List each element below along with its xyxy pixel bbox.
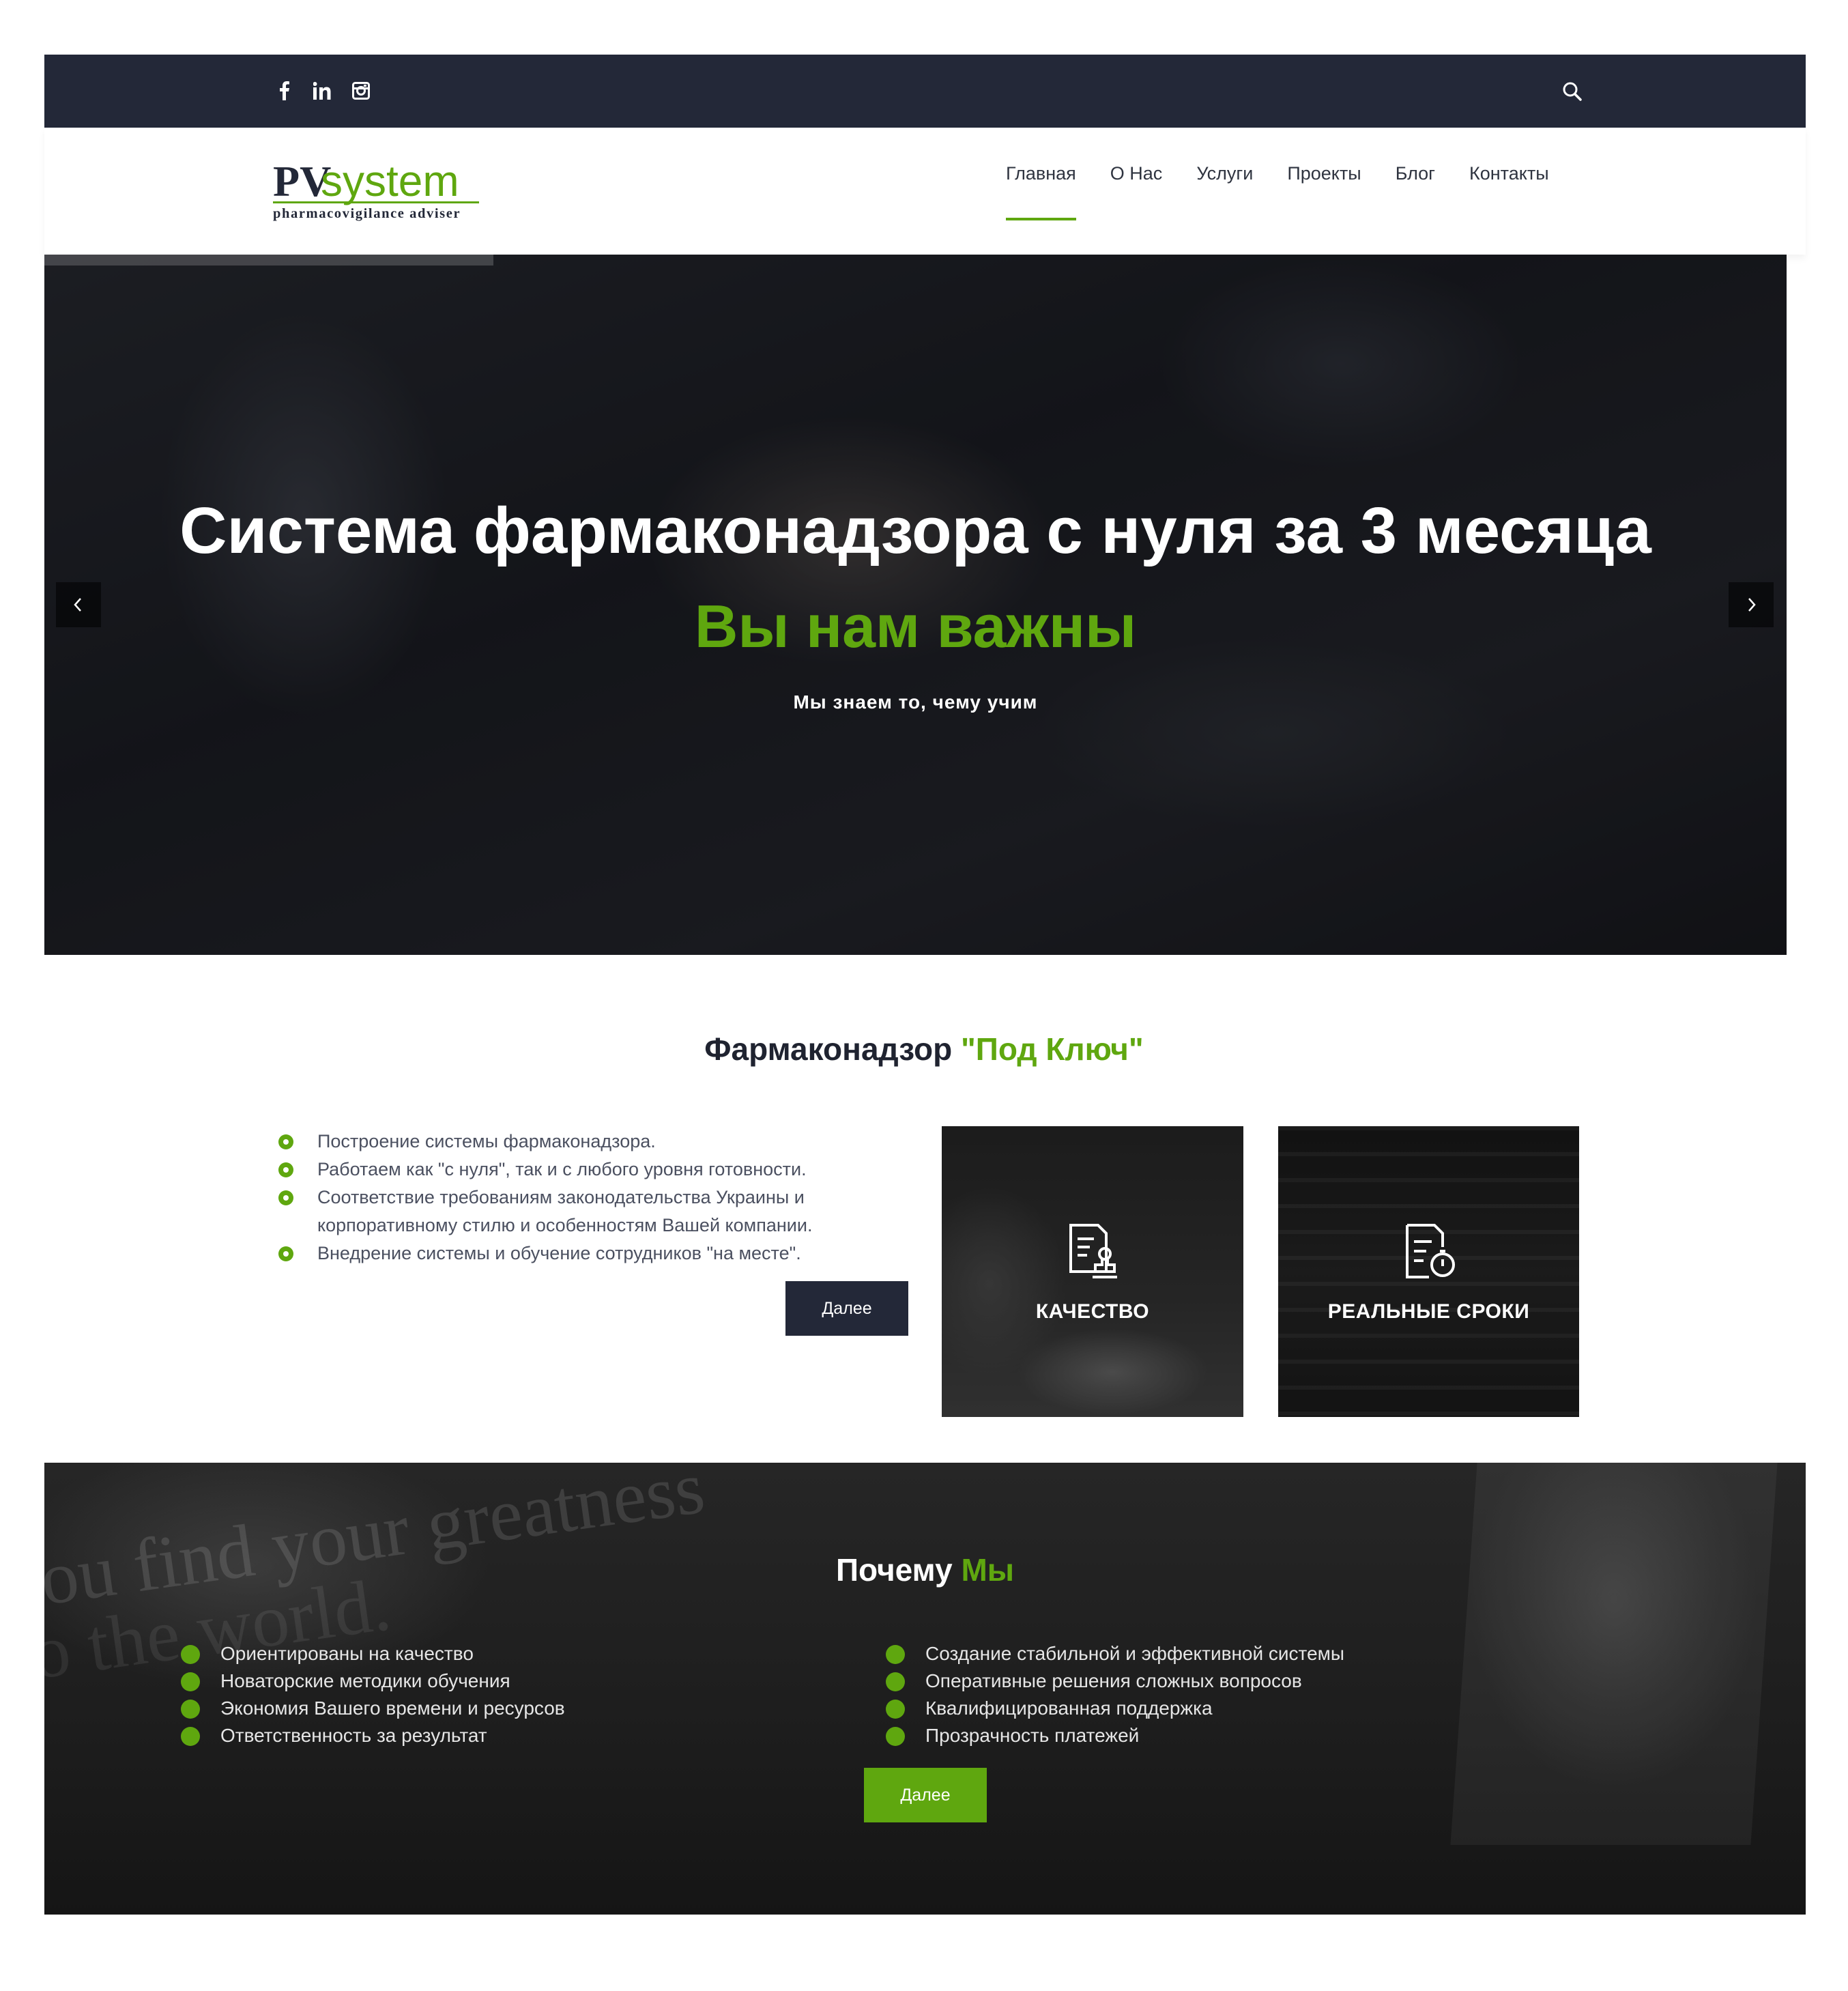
list-item: Квалифицированная поддержка: [886, 1695, 1344, 1722]
list-item: Работаем как "с нуля", так и с любого ур…: [276, 1156, 911, 1184]
document-timer-icon: [1405, 1224, 1455, 1278]
bullet-icon: [886, 1700, 905, 1719]
list-item: Новаторские методики обучения: [181, 1667, 565, 1695]
turnkey-title-main: Фармаконадзор: [704, 1031, 961, 1067]
turnkey-bullets: Построение системы фармаконадзора. Работ…: [276, 1128, 911, 1267]
background-decor: [1450, 1463, 1778, 1845]
nav-contacts[interactable]: Контакты: [1469, 128, 1549, 220]
slider-next-button[interactable]: [1729, 582, 1774, 627]
list-item: Экономия Вашего времени и ресурсов: [181, 1695, 565, 1722]
list-item: Соответствие требованиям законодательств…: [276, 1184, 911, 1240]
nav-blog[interactable]: Блог: [1396, 128, 1435, 220]
hero-title: Система фармаконадзора с нуля за 3 месяц…: [179, 494, 1651, 567]
social-links: [273, 79, 373, 102]
bullet-icon: [886, 1727, 905, 1746]
turnkey-more-button[interactable]: Далее: [785, 1281, 908, 1336]
turnkey-title-accent: "Под Ключ": [960, 1031, 1144, 1067]
why-us-more-button[interactable]: Далее: [864, 1768, 987, 1822]
bullet-icon: [278, 1246, 293, 1261]
bullet-icon: [181, 1672, 200, 1691]
bullet-icon: [278, 1162, 293, 1177]
card-label: КАЧЕСТВО: [1035, 1300, 1150, 1323]
list-item: Внедрение системы и обучение сотрудников…: [276, 1240, 911, 1267]
chevron-right-icon: [1748, 598, 1756, 612]
feature-card-quality[interactable]: КАЧЕСТВО: [942, 1126, 1243, 1417]
why-us-list-right: Создание стабильной и эффективной систем…: [886, 1640, 1344, 1749]
linkedin-icon[interactable]: [311, 79, 334, 102]
list-item: Ориентированы на качество: [181, 1640, 565, 1667]
nav-services[interactable]: Услуги: [1196, 128, 1253, 220]
bullet-icon: [181, 1727, 200, 1746]
why-us-section: ou find your greatness o the world. Поче…: [44, 1463, 1806, 1915]
facebook-icon[interactable]: [273, 79, 296, 102]
list-item: Построение системы фармаконадзора.: [276, 1128, 911, 1156]
feature-card-deadlines[interactable]: РЕАЛЬНЫЕ СРОКИ: [1278, 1126, 1579, 1417]
main-nav: Главная О Нас Услуги Проекты Блог Контак…: [1006, 128, 1549, 255]
slider-prev-button[interactable]: [56, 582, 101, 627]
list-item: Создание стабильной и эффективной систем…: [886, 1640, 1344, 1667]
instagram-icon[interactable]: [349, 79, 373, 102]
nav-home[interactable]: Главная: [1006, 128, 1076, 220]
why-us-title: Почему Мы: [835, 1552, 1015, 1588]
bullet-icon: [181, 1700, 200, 1719]
hero-slider: Система фармаконадзора с нуля за 3 месяц…: [44, 255, 1787, 955]
slider-progress-bar: [44, 255, 493, 266]
list-item: Ответственность за результат: [181, 1722, 565, 1749]
bullet-icon: [886, 1672, 905, 1691]
bullet-icon: [278, 1134, 293, 1149]
document-stamp-icon: [1069, 1224, 1117, 1278]
nav-projects[interactable]: Проекты: [1287, 128, 1361, 220]
why-us-list-left: Ориентированы на качество Новаторские ме…: [181, 1640, 565, 1749]
hero-subtitle: Вы нам важны: [694, 592, 1137, 660]
list-item: Оперативные решения сложных вопросов: [886, 1667, 1344, 1695]
search-icon[interactable]: [1561, 80, 1584, 103]
hero-tagline: Мы знаем то, чему учим: [793, 691, 1038, 713]
nav-about[interactable]: О Нас: [1110, 128, 1163, 220]
svg-text:pharmacovigilance adviser: pharmacovigilance adviser: [273, 206, 461, 221]
bullet-icon: [278, 1190, 293, 1205]
logo[interactable]: PV system pharmacovigilance adviser: [273, 154, 481, 222]
site-header: PV system pharmacovigilance adviser Глав…: [44, 128, 1806, 255]
chevron-left-icon: [74, 598, 81, 612]
top-bar: [44, 55, 1806, 128]
bullet-icon: [181, 1645, 200, 1664]
svg-text:system: system: [321, 156, 459, 205]
list-item: Прозрачность платежей: [886, 1722, 1344, 1749]
turnkey-section-title: Фармаконадзор "Под Ключ": [0, 1031, 1848, 1068]
card-label: РЕАЛЬНЫЕ СРОКИ: [1327, 1300, 1530, 1323]
bullet-icon: [886, 1645, 905, 1664]
